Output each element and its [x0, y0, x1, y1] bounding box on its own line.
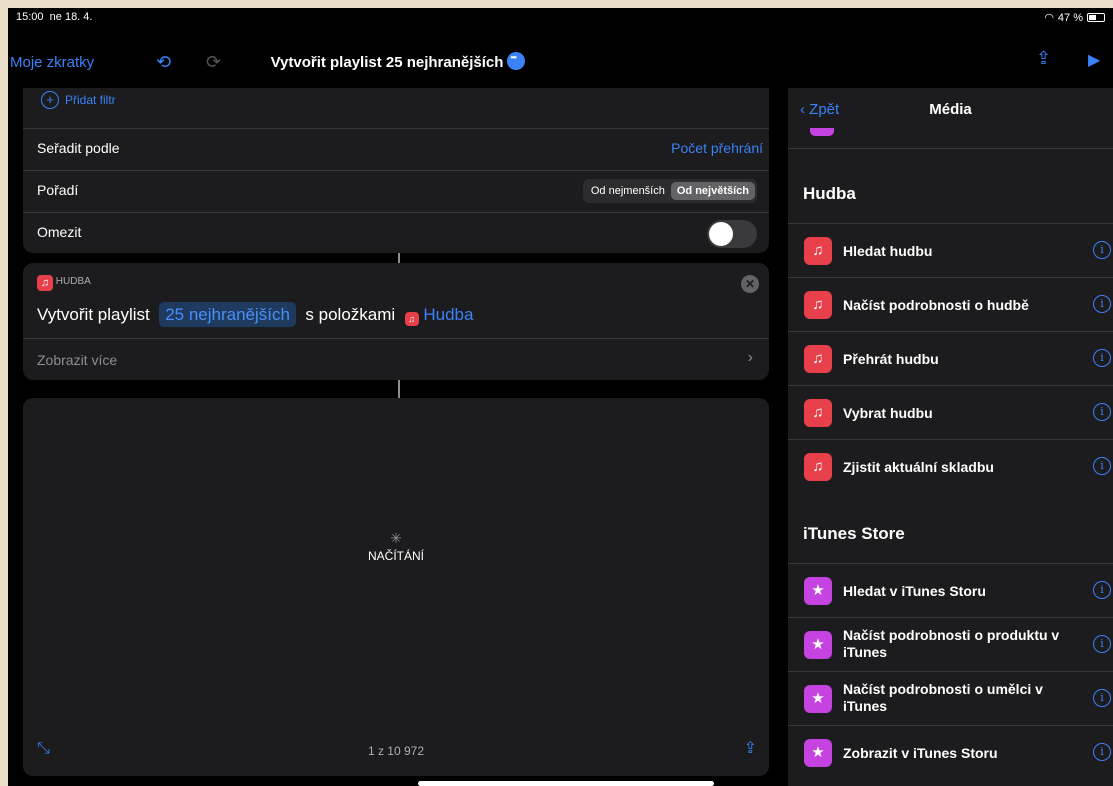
result-counter: 1 z 10 972 — [367, 744, 425, 758]
star-icon: ★ — [804, 577, 832, 605]
loading-indicator: ✳ NAČÍTÁNÍ — [23, 530, 769, 563]
create-playlist-action: ♫ HUDBA ✕ Vytvořit playlist 25 nejhraněj… — [23, 263, 769, 380]
connector-line — [398, 253, 400, 263]
limit-row: Omezit — [23, 212, 769, 253]
order-label: Pořadí — [37, 182, 79, 198]
order-segmented-control[interactable]: Od nejmenších Od největších — [582, 179, 757, 203]
info-icon[interactable]: i — [1093, 689, 1111, 707]
section-title-music: Hudba — [803, 184, 856, 203]
sort-label: Seřadit podle — [37, 140, 120, 156]
screen: 15:00 ne 18. 4. ◠ 47 % Moje zkratky ⟲ ⟳ … — [8, 8, 1113, 786]
sidebar-header: ‹ Zpět Média — [788, 88, 1113, 132]
page-title[interactable]: Vytvořit playlist 25 nejhranějších — [8, 52, 788, 71]
music-items-token[interactable]: ♫ Hudba — [404, 305, 473, 326]
info-icon[interactable]: i — [1093, 241, 1111, 259]
playlist-name-token[interactable]: 25 nejhranějších — [159, 302, 296, 327]
sidebar-title: Média — [929, 101, 972, 118]
sidebar-item-current-song[interactable]: ♫ Zjistit aktuální skladbu i — [788, 439, 1113, 493]
sort-value[interactable]: Počet přehrání — [671, 140, 763, 156]
sidebar-item-search-music[interactable]: ♫ Hledat hudbu i — [788, 223, 1113, 277]
preview-panel: ✳ NAČÍTÁNÍ ⤡ 1 z 10 972 ⇪ — [23, 398, 769, 776]
info-icon[interactable]: i — [1093, 743, 1111, 761]
chevron-right-icon: › — [747, 349, 753, 366]
filter-card: + Přidat filtr Seřadit podle Počet přehrá… — [23, 88, 769, 253]
show-more-row[interactable]: Zobrazit více › — [23, 338, 769, 380]
music-note-icon: ♫ — [804, 237, 832, 265]
sidebar-item-select-music[interactable]: ♫ Vybrat hudbu i — [788, 385, 1113, 439]
status-right: ◠ 47 % — [1044, 11, 1105, 24]
info-icon[interactable]: i — [1093, 581, 1111, 599]
info-icon[interactable]: i — [1093, 295, 1111, 313]
show-more-label: Zobrazit více — [37, 352, 118, 368]
more-icon[interactable] — [507, 52, 526, 70]
info-icon[interactable]: i — [1093, 403, 1111, 421]
star-icon: ★ — [804, 631, 832, 659]
music-note-icon: ♫ — [804, 453, 832, 481]
status-time: 15:00 ne 18. 4. — [16, 11, 93, 23]
nav-bar: Moje zkratky ⟲ ⟳ Vytvořit playlist 25 ne… — [8, 28, 1113, 88]
music-note-icon: ♫ — [37, 275, 53, 291]
star-icon: ★ — [804, 685, 832, 713]
limit-label: Omezit — [37, 224, 82, 240]
music-note-icon: ♫ — [804, 399, 832, 427]
battery-percent: 47 % — [1057, 11, 1083, 24]
star-icon: ★ — [804, 739, 832, 767]
battery-icon — [1087, 13, 1105, 22]
add-filter-button[interactable]: + Přidat filtr — [41, 91, 116, 109]
remove-action-icon[interactable]: ✕ — [741, 275, 759, 293]
divider — [788, 148, 1113, 149]
spinner-icon: ✳ — [390, 530, 402, 546]
connector-line — [398, 380, 400, 398]
home-indicator — [418, 781, 714, 786]
share-icon[interactable]: ⇪ — [744, 738, 757, 758]
wifi-icon: ◠ — [1044, 12, 1054, 24]
action-category: ♫ HUDBA — [37, 275, 91, 291]
action-sentence: Vytvořit playlist 25 nejhranějších s pol… — [37, 302, 473, 327]
sort-row[interactable]: Seřadit podle Počet přehrání — [23, 128, 769, 170]
order-row: Pořadí Od nejmenších Od největších — [23, 170, 769, 212]
info-icon[interactable]: i — [1093, 457, 1111, 475]
actions-sidebar: ‹ Zpět Média Hudba ♫ Hledat hudbu i ♫ Na… — [788, 88, 1113, 786]
sidebar-item-search-itunes[interactable]: ★ Hledat v iTunes Storu i — [788, 563, 1113, 617]
sidebar-item-play-music[interactable]: ♫ Přehrát hudbu i — [788, 331, 1113, 385]
sidebar-item-show-itunes[interactable]: ★ Zobrazit v iTunes Storu i — [788, 725, 1113, 779]
sidebar-item-product-details[interactable]: ★ Načíst podrobnosti o produktu v iTunes… — [788, 617, 1113, 671]
music-note-icon: ♫ — [404, 312, 419, 326]
sidebar-item-music-details[interactable]: ♫ Načíst podrobnosti o hudbě i — [788, 277, 1113, 331]
order-descending-option[interactable]: Od největších — [670, 182, 755, 200]
order-ascending-option[interactable]: Od nejmenších — [585, 182, 671, 200]
play-icon[interactable]: ▶ — [1088, 50, 1100, 70]
share-icon[interactable]: ⇪ — [1036, 48, 1051, 69]
plus-circle-icon: + — [41, 91, 59, 109]
music-note-icon: ♫ — [804, 345, 832, 373]
sidebar-item-artist-details[interactable]: ★ Načíst podrobnosti o umělci v iTunes i — [788, 671, 1113, 725]
info-icon[interactable]: i — [1093, 349, 1111, 367]
partial-icon — [810, 128, 834, 136]
section-title-itunes: iTunes Store — [803, 524, 905, 543]
info-icon[interactable]: i — [1093, 635, 1111, 653]
status-bar: 15:00 ne 18. 4. ◠ 47 % — [8, 8, 1113, 28]
music-note-icon: ♫ — [804, 291, 832, 319]
limit-toggle[interactable] — [707, 220, 757, 248]
